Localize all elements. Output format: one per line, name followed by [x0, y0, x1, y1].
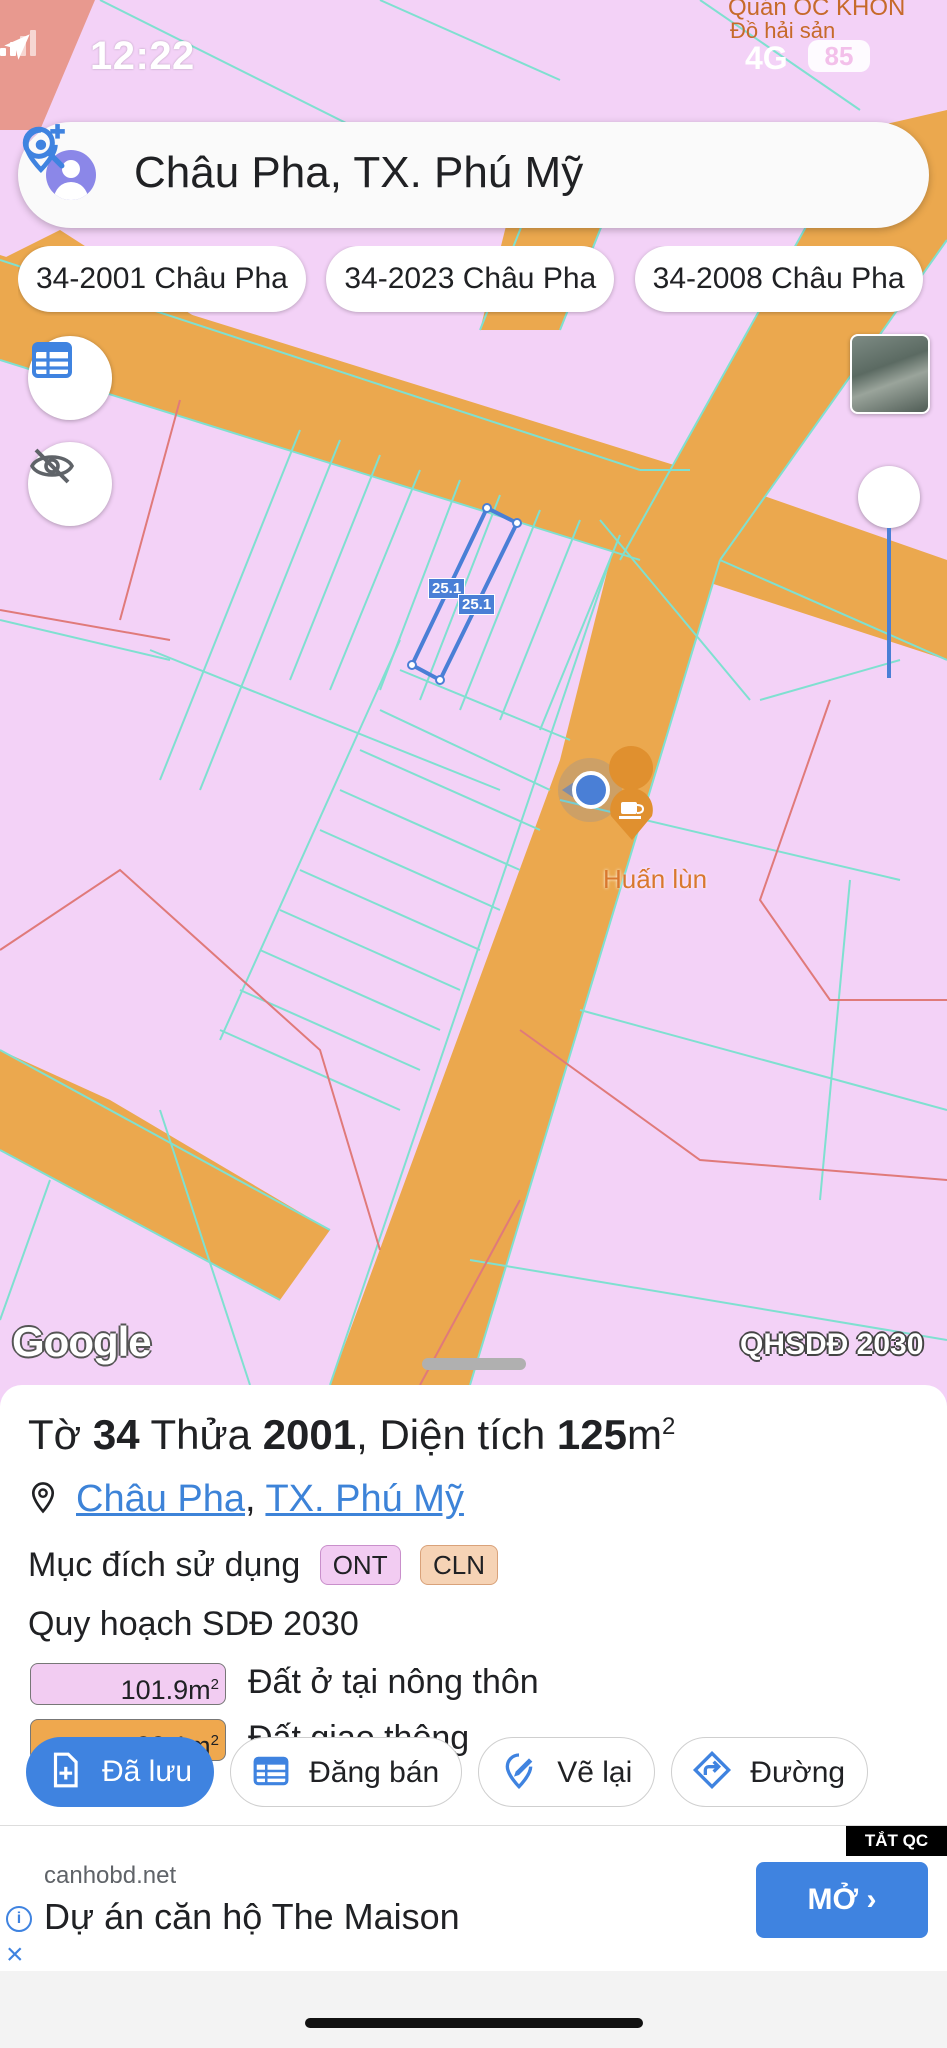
- clock: 12:22: [90, 34, 195, 78]
- layers-table-button[interactable]: [28, 336, 112, 420]
- purpose-badge-cln: CLN: [420, 1545, 499, 1585]
- saved-file-icon: [53, 1752, 78, 1788]
- google-logo: Google: [12, 1318, 152, 1365]
- toggle-visibility-button[interactable]: [28, 442, 112, 526]
- sheet-drag-handle[interactable]: [422, 1358, 526, 1370]
- area-value: 125: [556, 1411, 627, 1458]
- sheet-label: Tờ: [28, 1411, 82, 1458]
- plot-number: 2001: [262, 1411, 357, 1458]
- post-for-sale-button[interactable]: Đăng bán: [230, 1737, 463, 1807]
- plan-title: Quy hoạch SDĐ 2030: [28, 1605, 359, 1643]
- sheet-number: 34: [92, 1411, 140, 1458]
- directions-icon: [693, 1750, 732, 1790]
- area-swatch-residential: 101.9m2: [30, 1663, 226, 1706]
- redraw-icon: [505, 1753, 533, 1790]
- ad-open-button[interactable]: MỞ ›: [756, 1862, 928, 1938]
- area-unit-exponent: 2: [661, 1413, 676, 1440]
- plot-label: Thửa: [150, 1411, 252, 1458]
- ad-domain: canhobd.net: [44, 1862, 177, 1889]
- listing-icon: [253, 1756, 289, 1786]
- chip-parcel[interactable]: 34-2023 Châu Pha: [326, 246, 615, 312]
- ward-link[interactable]: Châu Pha: [76, 1478, 245, 1520]
- lot-tag-2: 25.1: [458, 594, 496, 615]
- redraw-button[interactable]: Vẽ lại: [478, 1737, 656, 1807]
- action-buttons: Đã lưu Đăng bán Vẽ lại Đường: [26, 1737, 947, 1809]
- location-pin-icon: [31, 1482, 55, 1514]
- poi-label[interactable]: Huấn lùn: [603, 864, 707, 895]
- search-bar[interactable]: Châu Pha, TX. Phú Mỹ: [18, 122, 929, 228]
- add-location-icon[interactable]: [18, 122, 68, 176]
- chip-parcel[interactable]: 34-2008 Châu Pha: [634, 246, 923, 312]
- my-location-marker: [572, 771, 610, 809]
- map-view[interactable]: 25.1 25.1 Huấn lùn Quán ỐC KHÓN Đồ hải s…: [0, 0, 947, 1385]
- bottom-safe-area: [0, 1971, 947, 2048]
- ad-close-icon[interactable]: ×: [6, 1938, 24, 1972]
- parcel-title: Tờ 34 Thửa 2001, Diện tích 125m2: [28, 1411, 675, 1459]
- location-separator: ,: [245, 1478, 256, 1520]
- saved-button[interactable]: Đã lưu: [26, 1737, 215, 1807]
- ad-disable-button[interactable]: TẮT QC: [846, 1826, 947, 1856]
- ad-headline[interactable]: Dự án căn hộ The Maison: [44, 1896, 460, 1938]
- opacity-slider-handle[interactable]: [858, 466, 920, 528]
- town-link[interactable]: TX. Phú Mỹ: [265, 1478, 464, 1520]
- network-type: 4G: [745, 40, 788, 76]
- land-use-purpose: Mục đích sử dụng ONT CLN: [28, 1545, 499, 1585]
- area-label-residential: Đất ở tại nông thôn: [248, 1663, 539, 1701]
- calendar-grid-icon: [32, 342, 72, 378]
- parcel-location: Châu Pha, TX. Phú Mỹ: [28, 1478, 464, 1521]
- ad-banner[interactable]: TẮT QC canhobd.net Dự án căn hộ The Mais…: [0, 1825, 947, 1972]
- battery-icon: 85: [808, 40, 870, 72]
- area-row-residential: 101.9m2 Đất ở tại nông thôn: [30, 1663, 539, 1707]
- plan-layer-label: QHSDĐ 2030: [740, 1328, 924, 1361]
- chip-parcel[interactable]: 34-2001 Châu Pha: [18, 246, 306, 312]
- home-indicator[interactable]: [305, 2018, 643, 2028]
- eye-off-icon: [29, 448, 75, 484]
- satellite-layer-thumbnail[interactable]: [850, 334, 930, 414]
- recent-parcels-chips: 34-2001 Châu Pha 34-2023 Châu Pha 34-200…: [18, 246, 947, 316]
- cellular-signal-icon: [0, 30, 36, 56]
- purpose-badge-ont: ONT: [319, 1545, 401, 1585]
- ad-info-icon[interactable]: i: [6, 1906, 32, 1932]
- purpose-label: Mục đích sử dụng: [28, 1546, 301, 1584]
- area-label: , Diện tích: [356, 1411, 546, 1458]
- directions-button[interactable]: Đường: [671, 1737, 869, 1807]
- opacity-slider-track[interactable]: [887, 528, 891, 678]
- area-unit: m: [626, 1411, 662, 1458]
- parcel-info-sheet: Tờ 34 Thửa 2001, Diện tích 125m2 Châu Ph…: [0, 1385, 947, 1825]
- status-bar: 12:22 4G 85: [0, 30, 947, 80]
- search-input[interactable]: Châu Pha, TX. Phú Mỹ: [134, 148, 583, 198]
